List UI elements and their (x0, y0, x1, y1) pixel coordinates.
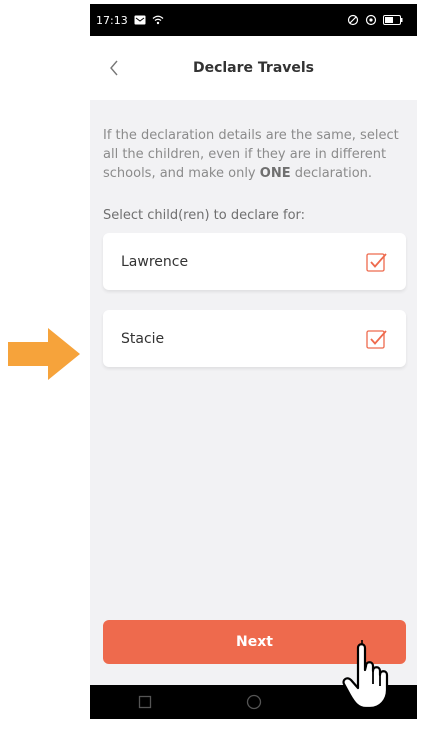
content-area: If the declaration details are the same,… (90, 100, 417, 685)
page-title: Declare Travels (192, 60, 315, 76)
hand-pointer-icon (342, 640, 389, 710)
battery-icon (383, 15, 403, 25)
arrow-right-icon (8, 328, 80, 380)
chevron-left-icon (110, 60, 118, 76)
child-name: Lawrence (121, 253, 189, 270)
home-button[interactable] (239, 687, 269, 717)
alarm-icon (365, 14, 377, 26)
status-bar: 17:13 (90, 4, 417, 36)
status-left: 17:13 (96, 14, 164, 27)
recent-apps-button[interactable] (130, 687, 160, 717)
square-icon (138, 695, 151, 709)
status-right (347, 14, 403, 26)
app-header: Declare Travels (90, 36, 417, 100)
message-icon (134, 15, 146, 25)
child-card-stacie[interactable]: Stacie (103, 310, 406, 367)
circle-icon (246, 694, 261, 710)
status-time: 17:13 (96, 13, 128, 27)
child-card-lawrence[interactable]: Lawrence (103, 233, 406, 290)
checkbox-checked-icon (366, 329, 387, 349)
select-children-label: Select child(ren) to declare for: (103, 208, 306, 223)
phone-screen: 17:13 Declare Travels If the declaration… (90, 4, 417, 719)
intro-emphasis: ONE (259, 166, 291, 181)
checkbox[interactable] (366, 328, 388, 350)
intro-text: If the declaration details are the same,… (103, 126, 403, 183)
vibrate-icon (347, 14, 359, 26)
checkbox[interactable] (366, 251, 388, 273)
checkbox-checked-icon (366, 252, 387, 272)
intro-text-after: declaration. (290, 166, 373, 181)
screenshot-stage: 17:13 Declare Travels If the declaration… (0, 0, 421, 730)
back-button[interactable] (100, 54, 128, 82)
child-name: Stacie (121, 330, 165, 347)
wifi-icon (152, 15, 164, 25)
